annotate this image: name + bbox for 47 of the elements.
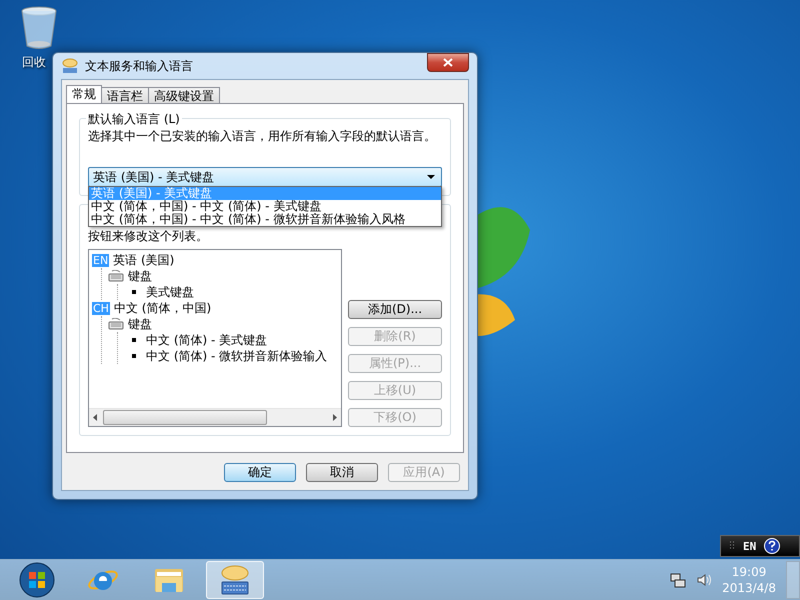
- group-label: 默认输入语言 (L): [86, 111, 182, 128]
- bullet-icon: [132, 354, 136, 358]
- keyboard-icon: [108, 318, 124, 330]
- dropdown-option[interactable]: 中文 (简体，中国) - 中文 (简体) - 微软拼音新体验输入风格: [89, 213, 441, 226]
- folder-icon: [153, 566, 185, 594]
- close-button[interactable]: [427, 52, 469, 72]
- tree-item[interactable]: 中文 (简体，中国): [114, 300, 212, 316]
- help-icon[interactable]: [764, 538, 780, 554]
- action-button[interactable]: 添加(D)...: [348, 300, 442, 319]
- tree-item[interactable]: 美式键盘: [146, 284, 194, 300]
- language-dropdown[interactable]: 英语 (美国) - 美式键盘: [88, 167, 442, 187]
- tree-item[interactable]: 中文 (简体) - 微软拼音新体验输入: [146, 348, 328, 364]
- language-code[interactable]: EN: [743, 540, 756, 552]
- horizontal-scrollbar[interactable]: [89, 408, 341, 426]
- tree-item[interactable]: 英语 (美国): [113, 252, 174, 268]
- scrollbar-thumb[interactable]: [103, 410, 267, 425]
- description-text: 按钮来修改这个列表。: [88, 229, 209, 243]
- tab[interactable]: 高级键设置: [148, 87, 220, 103]
- description-text: 选择其中一个已安装的输入语言，用作所有输入字段的默认语言。: [88, 129, 437, 143]
- bullet-icon: [132, 338, 136, 342]
- bullet-icon: [132, 290, 136, 294]
- dialog-button[interactable]: 确定: [224, 463, 296, 482]
- taskbar-button[interactable]: [206, 561, 264, 599]
- right-arrow-icon[interactable]: [333, 414, 337, 421]
- speaker-icon[interactable]: [696, 572, 712, 588]
- language-badge: EN: [92, 254, 110, 266]
- windows-logo-icon: [19, 562, 55, 598]
- clock-date: 2013/4/8: [722, 580, 776, 596]
- network-icon[interactable]: [670, 572, 686, 588]
- language-badge: CH: [92, 302, 110, 314]
- window-title: 文本服务和输入语言: [85, 58, 194, 74]
- tab[interactable]: 常规: [66, 85, 102, 103]
- close-icon: [443, 58, 453, 66]
- keyboard-speech-icon: [61, 58, 79, 74]
- tab[interactable]: 语言栏: [101, 87, 149, 103]
- keyboard-icon: [108, 270, 124, 282]
- desktop-icon-label[interactable]: 回收: [22, 54, 46, 71]
- tree-item[interactable]: 键盘: [128, 268, 152, 284]
- caret-icon: [427, 175, 435, 179]
- recycle-bin-icon[interactable]: [20, 6, 58, 50]
- grip-icon[interactable]: [729, 541, 735, 551]
- clock-time: 19:09: [732, 564, 766, 580]
- dropdown-option[interactable]: 中文 (简体，中国) - 中文 (简体) - 美式键盘: [89, 200, 441, 213]
- tree-item[interactable]: 中文 (简体) - 美式键盘: [146, 332, 268, 348]
- tree-item[interactable]: 键盘: [128, 316, 152, 332]
- left-arrow-icon[interactable]: [93, 414, 97, 421]
- dialog-button[interactable]: 取消: [306, 463, 378, 482]
